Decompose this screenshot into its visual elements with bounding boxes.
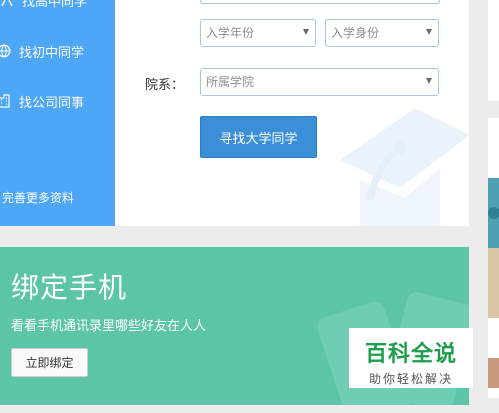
enrollment-identity-select[interactable]: 入学身份 [325, 19, 439, 47]
complete-profile-link[interactable]: 完善更多资料 [2, 189, 74, 206]
sidebar-item-middle-school[interactable]: 找初中同学 [0, 39, 84, 63]
enrollment-identity-value: 入学身份 [331, 26, 380, 40]
chevron-down-icon [303, 29, 309, 35]
find-classmates-button[interactable]: 寻找大学同学 [200, 116, 317, 158]
bind-phone-title: 绑定手机 [11, 271, 128, 304]
school-icon [1, 0, 13, 7]
department-value: 所属学院 [206, 75, 255, 89]
watermark: 百科全说 助你轻松解决 [349, 328, 473, 388]
graduation-cap-icon [340, 108, 470, 226]
department-label: 院系： [145, 78, 185, 93]
watermark-brand: 百科全说 [364, 342, 457, 367]
sidebar-item-label: 找初中同学 [19, 45, 85, 61]
building-icon [0, 94, 10, 108]
decoration-image-icon [488, 178, 499, 388]
chevron-down-icon [426, 29, 432, 35]
finder-sidebar: 找高中同学 找初中同学 找公司同事 完善更多资料 [0, 0, 115, 226]
bind-phone-description: 看看手机通讯录里哪些好友在人人 [11, 319, 207, 334]
enrollment-year-value: 入学年份 [206, 26, 255, 40]
right-side-image [488, 118, 499, 398]
right-side-panel [488, 0, 499, 101]
globe-icon [0, 44, 11, 58]
school-input[interactable] [200, 0, 440, 4]
enrollment-year-select[interactable]: 入学年份 [200, 19, 316, 47]
sidebar-item-high-school[interactable]: 找高中同学 [0, 0, 87, 12]
bind-now-button[interactable]: 立即绑定 [11, 348, 88, 377]
sidebar-item-company[interactable]: 找公司同事 [0, 89, 84, 113]
watermark-slogan: 助你轻松解决 [368, 372, 453, 386]
classmate-finder-card: 找高中同学 找初中同学 找公司同事 完善更多资料 入学年份 入学身份 院系： 所… [0, 0, 470, 226]
sidebar-item-label: 找公司同事 [19, 95, 85, 111]
sidebar-item-label: 找高中同学 [22, 0, 88, 10]
